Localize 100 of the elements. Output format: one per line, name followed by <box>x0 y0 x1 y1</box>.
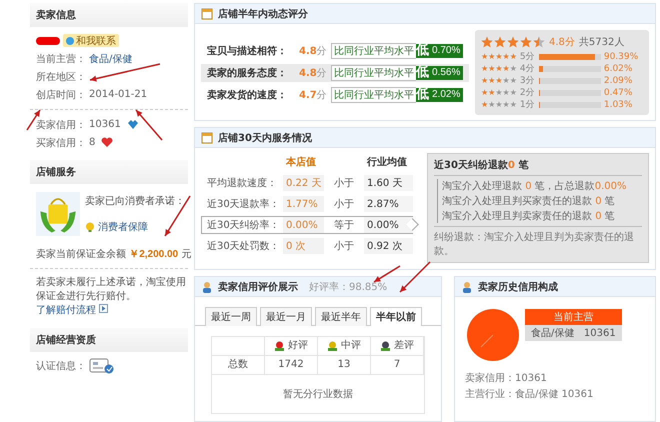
shopping-bag-hands-icon <box>36 190 80 238</box>
star-icon: ★ <box>495 88 503 97</box>
comparison-result: 低 0.56% <box>416 66 464 80</box>
star-icon: ★ <box>510 52 517 61</box>
score-label: 4分 <box>520 62 536 75</box>
star-icon: ★ <box>481 64 488 73</box>
field-label: 创店时间： <box>36 88 86 102</box>
star-icon: ★ <box>488 64 496 73</box>
panel-title: 卖家信用评价展示 <box>218 280 298 294</box>
period-tab[interactable]: 半年以前 <box>370 307 422 326</box>
claim-process-link[interactable]: 了解赔付流程 <box>36 305 96 316</box>
annotation-arrow <box>164 196 191 236</box>
empty-message: 暂无分行业数据 <box>282 388 354 402</box>
rater-count: 共5732人 <box>578 36 624 49</box>
star-icon: ★ <box>502 100 510 109</box>
legend-item: 食品/保健 10361 <box>525 325 622 341</box>
star-icon: ★ <box>510 100 517 109</box>
percent-text: 1.03% <box>604 100 632 110</box>
category-link[interactable]: 食品/保健 <box>89 52 132 66</box>
industry-value: 2.87% <box>364 196 413 212</box>
guarantee-link[interactable]: 消费者保障 <box>85 220 185 234</box>
star-icon: ★ <box>495 64 503 73</box>
dispute-detail: 淘宝介入处理且判买家责任的退款 0 笔 <box>442 194 616 208</box>
shop-value: 1.77% <box>283 196 324 212</box>
panel-title: 店铺服务 <box>30 160 188 184</box>
row-header: 总数 <box>212 356 265 375</box>
percent-text: 6.02% <box>604 64 632 74</box>
star-icon <box>507 36 519 48</box>
star-icon: ★ <box>481 100 488 109</box>
star-icon: ★ <box>481 76 488 85</box>
period-tab[interactable]: 最近半年 <box>315 307 367 326</box>
comparison-text: 小于 <box>333 176 355 190</box>
flower-icon <box>274 341 285 351</box>
table-cell: 1742 <box>265 356 318 375</box>
period-tab[interactable]: 最近一周 <box>205 307 257 326</box>
calendar-icon <box>201 8 213 20</box>
panel-title: 卖家信息 <box>30 3 188 27</box>
metric-label: 近30天退款率： <box>206 198 281 211</box>
panel-title: 店铺半年内动态评分 <box>218 7 308 20</box>
play-box-icon <box>99 304 108 313</box>
metric-label: 平均退款速度： <box>206 176 278 190</box>
column-header: 本店值 <box>284 155 317 170</box>
star-icon: ★ <box>488 88 496 97</box>
comparison-tag: 比同行业平均水平 <box>331 42 416 58</box>
diamond-icon <box>126 119 139 130</box>
comparison-tag: 比同行业平均水平 <box>331 86 416 102</box>
annotation-arrow <box>90 63 160 82</box>
calendar-icon <box>201 132 213 144</box>
industry-value: 1.60 天 <box>364 175 413 191</box>
percent-text: 0.47% <box>604 88 632 98</box>
metric-label: 近30天处罚数： <box>206 240 281 253</box>
column-header: 中评 <box>318 337 371 356</box>
person-icon <box>461 280 473 292</box>
score-label: 5分 <box>520 50 536 63</box>
field-label: 认证信息： <box>36 360 86 372</box>
field-value: 2014-01-21 <box>89 89 148 100</box>
credit-detail: 卖家信用：10361 <box>465 372 548 385</box>
period-tab[interactable]: 最近一月 <box>260 307 312 326</box>
comparison-text: 等于 <box>333 219 355 232</box>
credit-value: 8 <box>89 137 96 148</box>
metric-label: 近30天纠纷率： <box>206 218 281 232</box>
score-label: 2分 <box>520 86 536 99</box>
promise-text: 卖家已向消费者承诺： <box>85 194 185 208</box>
rating-label: 卖家发货的速度： <box>207 88 288 102</box>
popup-title: 近30天纠纷退款0 笔 <box>434 158 642 176</box>
star-icon: ★ <box>488 52 496 61</box>
star-icon: ★ <box>495 52 503 61</box>
star-icon <box>494 36 506 48</box>
panel-title: 店铺经营资质 <box>30 328 188 352</box>
shop-value: 0 次 <box>283 238 324 254</box>
shop-value: 0.00% <box>283 217 324 233</box>
pie-chart-drawing <box>465 307 521 363</box>
column-header: 差评 <box>371 337 424 356</box>
average-score: 4.8分 <box>549 36 575 49</box>
heart-icon <box>101 137 114 148</box>
star-icon <box>520 36 532 48</box>
credit-value: 10361 <box>89 119 121 130</box>
star-icon: ★ <box>495 100 503 109</box>
table-cell: 13 <box>318 356 371 375</box>
comparison-tag: 比同行业平均水平 <box>331 64 416 80</box>
contact-button[interactable]: 和我联系 <box>63 34 119 47</box>
star-icon: ★ <box>502 76 510 85</box>
field-label: 当前主营： <box>36 52 86 66</box>
rating-score: 4.7分 <box>299 88 328 102</box>
score-label: 3分 <box>520 74 536 87</box>
field-label: 所在地区： <box>36 70 86 84</box>
field-label: 买家信用： <box>36 136 86 150</box>
industry-value: 0.92 次 <box>364 238 413 254</box>
dispute-detail: 淘宝介入处理退款 0 笔，占总退款0.00% <box>442 180 628 193</box>
panel-title: 卖家历史信用构成 <box>478 280 558 294</box>
star-icon: ★ <box>488 76 496 85</box>
flower-icon <box>327 341 338 351</box>
star-icon: ★ <box>510 64 517 73</box>
star-icon <box>533 36 545 48</box>
positive-rate: 好评率：98.85% <box>309 280 388 294</box>
star-icon: ★ <box>502 52 510 61</box>
rating-label: 卖家的服务态度： <box>207 66 288 80</box>
field-label: 卖家信用： <box>36 118 86 132</box>
flower-icon <box>380 341 391 351</box>
column-header: 行业均值 <box>366 156 408 170</box>
